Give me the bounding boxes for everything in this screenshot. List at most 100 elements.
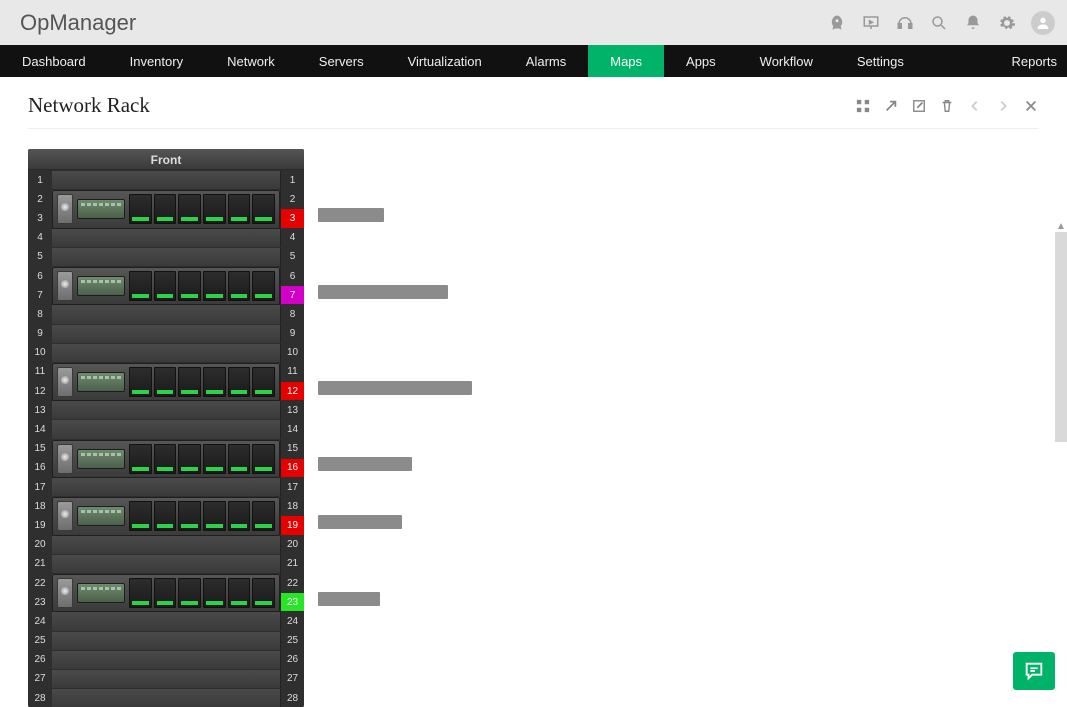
rack-unit: 2626 [28, 650, 304, 669]
rack-unit: 44 [28, 228, 304, 247]
rack-unit-cell [52, 516, 280, 534]
nav-item-dashboard[interactable]: Dashboard [0, 45, 108, 77]
scrollbar[interactable]: ▲ [1055, 232, 1067, 442]
rack-unit-left-number: 9 [28, 325, 52, 343]
rocket-icon[interactable] [827, 13, 847, 33]
grid-icon[interactable] [855, 98, 871, 114]
rack-unit-status-red[interactable]: 16 [280, 459, 304, 477]
rack-unit-right-number: 9 [280, 325, 304, 343]
rack-unit-cell [52, 459, 280, 477]
rack-unit: 2424 [28, 611, 304, 630]
rack-unit: 1212 [28, 381, 304, 400]
rack-unit-status-red[interactable]: 3 [280, 209, 304, 227]
rack-label-slot [318, 685, 472, 704]
nav-item-workflow[interactable]: Workflow [738, 45, 835, 77]
rack-label-slot [318, 647, 472, 666]
rack-unit-left-number: 5 [28, 248, 52, 266]
avatar[interactable] [1031, 11, 1055, 35]
close-icon[interactable] [1023, 98, 1039, 114]
rack-label-slot [318, 359, 472, 378]
rack-unit-status-red[interactable]: 12 [280, 382, 304, 400]
rack-label-slot [318, 436, 472, 455]
rack-unit-cell [52, 325, 280, 343]
nav-item-servers[interactable]: Servers [297, 45, 386, 77]
brand-title: OpManager [20, 10, 136, 36]
rack-unit-left-number: 6 [28, 267, 52, 285]
rack-unit-right-number: 21 [280, 555, 304, 573]
rack-label-slot [318, 666, 472, 685]
presentation-icon[interactable] [861, 13, 881, 33]
rack-label-slot [318, 397, 472, 416]
device-label-placeholder [318, 208, 384, 222]
nav-item-reports[interactable]: Reports [989, 45, 1067, 77]
page-actions [855, 98, 1039, 114]
device-label-placeholder [318, 457, 412, 471]
rack-unit-right-number: 10 [280, 344, 304, 362]
rack-unit-cell [52, 670, 280, 688]
next-icon [995, 98, 1011, 114]
rack-unit: 2828 [28, 688, 304, 707]
rack-unit-left-number: 4 [28, 229, 52, 247]
gear-icon[interactable] [997, 13, 1017, 33]
nav-item-apps[interactable]: Apps [664, 45, 738, 77]
rack-label-slot [318, 301, 472, 320]
rack-unit-right-number: 26 [280, 651, 304, 669]
topbar-icon-group [827, 11, 1055, 35]
search-icon[interactable] [929, 13, 949, 33]
rack-unit-cell [52, 574, 280, 592]
trash-icon[interactable] [939, 98, 955, 114]
rack-unit-right-number: 1 [280, 171, 304, 189]
rack-label-slot [318, 532, 472, 551]
rack-unit-left-number: 11 [28, 363, 52, 381]
rack-unit-cell [52, 420, 280, 438]
bell-icon[interactable] [963, 13, 983, 33]
page-title: Network Rack [28, 93, 150, 118]
rack-header: Front [28, 149, 304, 170]
nav-item-alarms[interactable]: Alarms [504, 45, 588, 77]
rack-label-slot [318, 205, 472, 224]
nav-item-settings[interactable]: Settings [835, 45, 926, 77]
rack-unit-right-number: 17 [280, 478, 304, 496]
device-label-placeholder [318, 515, 402, 529]
rack-unit-cell [52, 248, 280, 266]
rack-unit-left-number: 22 [28, 574, 52, 592]
edit-icon[interactable] [911, 98, 927, 114]
main-nav: DashboardInventoryNetworkServersVirtuali… [0, 45, 1067, 77]
rack-label-slot [318, 628, 472, 647]
rack-unit-cell [52, 689, 280, 707]
rack-unit: 1313 [28, 400, 304, 419]
rack-unit: 33 [28, 208, 304, 227]
page-header: Network Rack [28, 93, 1039, 129]
rack-label-slot [318, 570, 472, 589]
nav-item-maps[interactable]: Maps [588, 45, 664, 77]
rack: Front 1122334455667788991010111112121313… [28, 149, 304, 707]
rack-unit-right-number: 14 [280, 420, 304, 438]
rack-unit-right-number: 11 [280, 363, 304, 381]
rack-unit: 88 [28, 304, 304, 323]
top-bar: OpManager [0, 0, 1067, 45]
rack-unit-left-number: 3 [28, 209, 52, 227]
rack-unit-status-magenta[interactable]: 7 [280, 286, 304, 304]
nav-item-network[interactable]: Network [205, 45, 297, 77]
device-label-placeholder [318, 285, 448, 299]
rack-label-slot [318, 340, 472, 359]
rack-unit-cell [52, 440, 280, 458]
rack-unit-status-red[interactable]: 19 [280, 516, 304, 534]
rack-unit: 1717 [28, 477, 304, 496]
rack-unit-cell [52, 401, 280, 419]
chat-fab[interactable] [1013, 652, 1055, 690]
nav-item-inventory[interactable]: Inventory [108, 45, 205, 77]
rack-unit-right-number: 8 [280, 305, 304, 323]
rack-unit-cell [52, 497, 280, 515]
rack-unit-cell [52, 209, 280, 227]
rack-unit-left-number: 16 [28, 459, 52, 477]
open-icon[interactable] [883, 98, 899, 114]
headset-icon[interactable] [895, 13, 915, 33]
rack-unit-status-green[interactable]: 23 [280, 593, 304, 611]
nav-item-virtualization[interactable]: Virtualization [386, 45, 504, 77]
rack-unit-left-number: 21 [28, 555, 52, 573]
scroll-up-icon[interactable]: ▲ [1055, 222, 1067, 232]
prev-icon [967, 98, 983, 114]
rack-unit-cell [52, 593, 280, 611]
rack-unit: 21 21 [28, 554, 304, 573]
